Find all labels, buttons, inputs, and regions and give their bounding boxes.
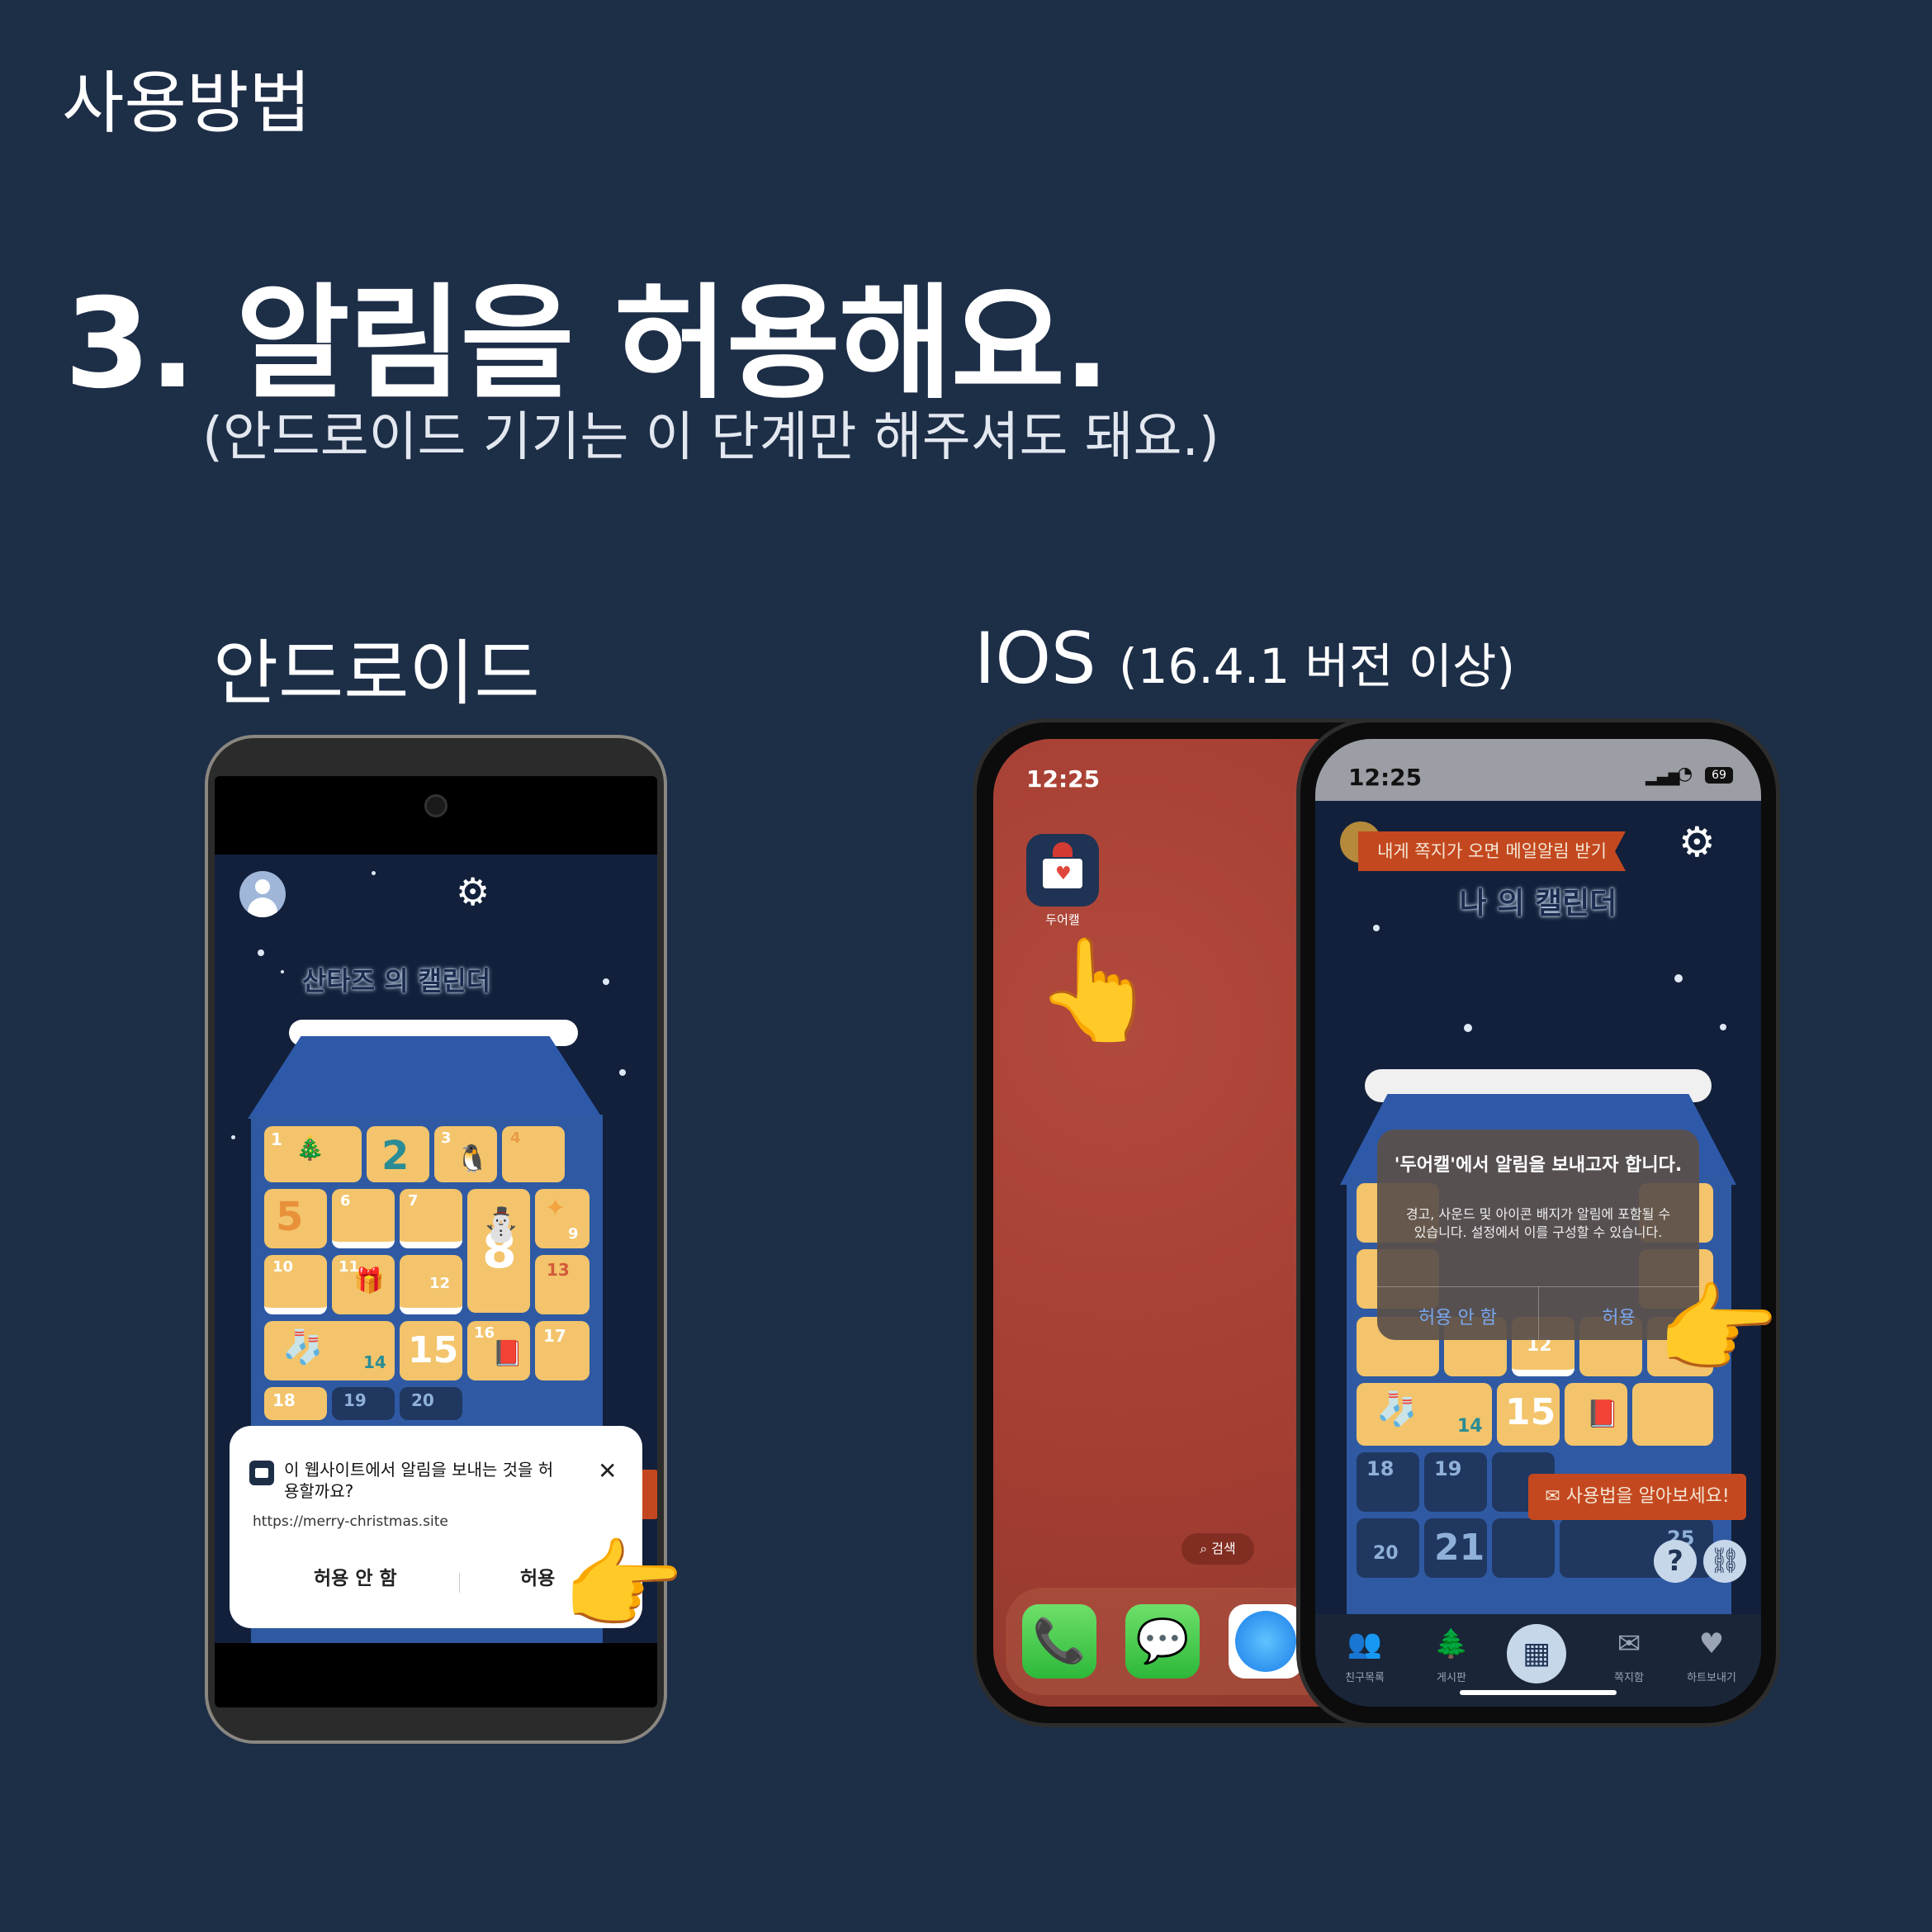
button-divider — [459, 1573, 460, 1593]
section-label: 사용방법 — [62, 64, 311, 143]
calendar-cell[interactable]: 19 — [1424, 1452, 1487, 1512]
settings-gear-icon[interactable]: ⚙ — [1679, 818, 1716, 866]
snowflake-decoration — [372, 871, 376, 875]
messages-app-icon[interactable]: 💬 — [1125, 1604, 1200, 1679]
calendar-cell[interactable]: 4 — [502, 1126, 565, 1182]
home-indicator — [1460, 1690, 1617, 1695]
calendar-cell[interactable]: 20 — [1357, 1518, 1419, 1578]
deny-button[interactable]: 허용 안 함 — [1377, 1303, 1538, 1329]
snowflake-decoration — [603, 978, 609, 985]
snowflake-decoration — [231, 1135, 235, 1139]
calendar-cell[interactable]: 13 — [535, 1255, 590, 1314]
tab-label[interactable]: 친구목록 — [1332, 1669, 1398, 1684]
dialog-message: 이 웹사이트에서 알림을 보내는 것을 허용할까요? — [284, 1460, 554, 1501]
calendar-cell[interactable]: 3 🐧 — [434, 1126, 497, 1182]
house-roof — [248, 1036, 603, 1119]
calendar-cell[interactable]: 8 ⛄ — [467, 1189, 530, 1313]
phone-app-icon[interactable]: 📞 — [1022, 1604, 1096, 1679]
calendar-cell[interactable]: 🧦 14 — [264, 1321, 395, 1380]
allow-button[interactable]: 허용 — [520, 1562, 555, 1590]
tab-bar: 👥 친구목록 🌲 게시판 ▦ ✉ 쪽지함 ♥ 하트보내기 — [1315, 1614, 1761, 1707]
help-banner-label: 사용법을 알아보세요! — [1565, 1486, 1730, 1507]
tab-label[interactable]: 하트보내기 — [1679, 1669, 1745, 1684]
safari-app-icon[interactable] — [1229, 1604, 1303, 1679]
tree-icon[interactable]: 🌲 — [1418, 1627, 1485, 1660]
calendar-cell[interactable] — [1492, 1518, 1555, 1578]
mail-icon[interactable]: ✉ — [1596, 1627, 1662, 1660]
pointing-hand-icon: 👉 — [561, 1529, 685, 1644]
snowflake-decoration — [1674, 974, 1683, 983]
app-label: 두어캘 — [1045, 912, 1080, 927]
settings-gear-icon[interactable]: ⚙ — [456, 869, 490, 914]
status-time: 12:25 — [1026, 765, 1101, 793]
calendar-cell[interactable] — [1632, 1383, 1713, 1446]
step-subtitle: (안드로이드 기기는 이 단계만 해주셔도 돼요.) — [202, 407, 1219, 468]
calendar-cell[interactable]: 10 — [264, 1255, 327, 1314]
calendar-cell[interactable]: 15 — [400, 1321, 462, 1380]
friends-icon[interactable]: 👥 — [1332, 1627, 1398, 1660]
link-icon[interactable]: ⛓ — [1703, 1540, 1746, 1583]
ios-version-note: (16.4.1 버전 이상) — [1119, 638, 1516, 694]
app-icon-doocal[interactable]: ♥ — [1026, 834, 1099, 907]
calendar-cell[interactable]: 18 — [1357, 1452, 1419, 1512]
front-camera — [424, 794, 447, 817]
dialog-title: '두어캘'에서 알림을 보내고자 합니다. — [1394, 1155, 1683, 1176]
calendar-cell[interactable]: 11 🎁 — [332, 1255, 395, 1314]
avatar[interactable] — [239, 871, 286, 917]
calendar-cell[interactable]: 15 — [1497, 1383, 1560, 1446]
wifi-icon: ◔ — [1677, 764, 1693, 784]
snowflake-decoration — [1373, 925, 1380, 931]
calendar-cell[interactable]: 📕 — [1565, 1383, 1627, 1446]
snowflake-decoration — [619, 1069, 626, 1076]
close-icon[interactable]: ✕ — [598, 1457, 617, 1485]
pointing-up-hand-icon: 👆 — [1035, 933, 1158, 1048]
snowflake-decoration — [1464, 1024, 1472, 1032]
mail-alert-banner[interactable]: 내게 쪽지가 오면 메일알림 받기 — [1358, 831, 1626, 871]
pointing-hand-icon: 👈 — [1660, 1273, 1783, 1388]
status-time: 12:25 — [1348, 764, 1423, 791]
search-icon: ⌕ — [1200, 1541, 1208, 1556]
signal-icon: ▂▄▆ — [1646, 769, 1680, 786]
help-banner[interactable]: ✉ 사용법을 알아보세요! — [1528, 1474, 1746, 1520]
site-favicon-icon — [249, 1461, 274, 1485]
ios-heading: IOS (16.4.1 버전 이상) — [974, 618, 1515, 700]
snowflake-decoration — [1720, 1024, 1726, 1030]
calendar-cell[interactable]: 2 — [367, 1126, 429, 1182]
calendar-cell[interactable]: 18 — [264, 1387, 327, 1420]
calendar-cell[interactable]: 7 — [400, 1189, 462, 1248]
help-question-icon[interactable]: ? — [1654, 1540, 1697, 1583]
mail-icon: ✉ — [1545, 1486, 1560, 1507]
site-url: https://merry-christmas.site — [253, 1513, 448, 1530]
dialog-message: 경고, 사운드 및 아이콘 배지가 알림에 포함될 수 있습니다. 설정에서 이… — [1405, 1206, 1671, 1240]
search-label: 검색 — [1211, 1541, 1236, 1556]
calendar-cell[interactable]: 20 — [400, 1387, 462, 1420]
deny-button[interactable]: 허용 안 함 — [314, 1562, 397, 1590]
calendar-cell[interactable]: 19 — [332, 1387, 395, 1420]
calendar-title: 나 의 캘린더 — [1459, 887, 1617, 921]
calendar-icon[interactable]: ▦ — [1507, 1624, 1566, 1683]
calendar-cell[interactable]: 6 — [332, 1189, 395, 1248]
ios-permission-dialog: '두어캘'에서 알림을 보내고자 합니다. 경고, 사운드 및 아이콘 배지가 … — [1377, 1129, 1699, 1340]
calendar-cell[interactable]: 🧦 14 — [1357, 1383, 1492, 1446]
snowflake-decoration — [258, 949, 264, 956]
snowflake-decoration — [281, 970, 284, 973]
calendar-cell[interactable]: 1 🎄 — [264, 1126, 362, 1182]
search-pill[interactable]: ⌕ 검색 — [1181, 1533, 1254, 1565]
android-heading: 안드로이드 — [213, 632, 540, 715]
calendar-cell[interactable]: 12 — [400, 1255, 462, 1314]
calendar-cell[interactable]: 5 — [264, 1189, 327, 1248]
calendar-cell[interactable]: 9 ✦ — [535, 1189, 590, 1248]
battery-indicator: 69 — [1705, 767, 1733, 784]
calendar-cell[interactable]: 17 — [535, 1321, 590, 1380]
ios-heading-label: IOS — [974, 618, 1096, 700]
calendar-cell[interactable]: 16 📕 — [467, 1321, 530, 1380]
heart-icon[interactable]: ♥ — [1679, 1627, 1745, 1660]
calendar-cell[interactable]: 21 — [1424, 1518, 1487, 1578]
calendar-title: 산타즈 의 캘린더 — [301, 965, 491, 997]
tab-label[interactable]: 쪽지함 — [1596, 1669, 1662, 1684]
tab-label[interactable]: 게시판 — [1418, 1669, 1485, 1684]
